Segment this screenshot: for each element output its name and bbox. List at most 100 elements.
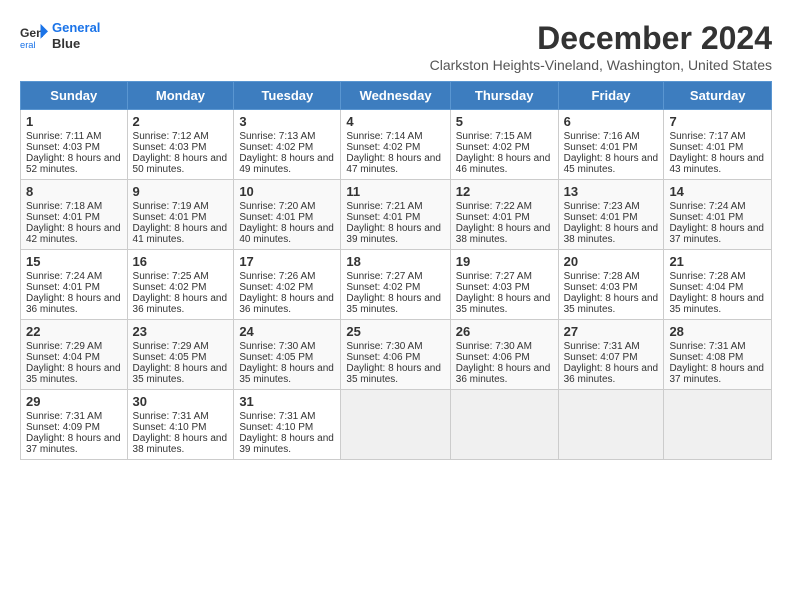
header-row: Sunday Monday Tuesday Wednesday Thursday… (21, 82, 772, 110)
table-row: 18 Sunrise: 7:27 AMSunset: 4:02 PMDayligh… (341, 250, 450, 320)
table-row: 13Sunrise: 7:23 AMSunset: 4:01 PMDayligh… (558, 180, 664, 250)
day-number: 5 (456, 114, 553, 129)
day-number: 3 (239, 114, 335, 129)
daylight: Daylight: 8 hours and 36 minutes. (133, 293, 228, 315)
sunset: Sunset: 4:07 PM (564, 352, 638, 363)
sunset: Sunset: 4:10 PM (133, 422, 207, 433)
sunrise: Sunrise: 7:24 AM (26, 271, 102, 282)
sunset: Sunset: 4:06 PM (346, 352, 420, 363)
day-number: 20 (564, 254, 659, 269)
col-thursday: Thursday (450, 82, 558, 110)
daylight: Daylight: 8 hours and 43 minutes. (669, 153, 764, 175)
table-row: 2Sunrise: 7:12 AMSunset: 4:03 PMDaylight… (127, 110, 234, 180)
sunrise: Sunrise: 7:23 AM (564, 201, 640, 212)
calendar-week-5: 29Sunrise: 7:31 AMSunset: 4:09 PMDayligh… (21, 390, 772, 460)
sunset: Sunset: 4:01 PM (564, 142, 638, 153)
day-number: 11 (346, 184, 444, 199)
title-block: December 2024 Clarkston Heights-Vineland… (430, 20, 772, 73)
daylight: Daylight: 8 hours and 52 minutes. (26, 153, 121, 175)
col-saturday: Saturday (664, 82, 772, 110)
sunset: Sunset: 4:02 PM (456, 142, 530, 153)
daylight: Daylight: 8 hours and 38 minutes. (133, 433, 228, 455)
daylight: Daylight: 8 hours and 35 minutes. (346, 293, 441, 315)
table-row: 7Sunrise: 7:17 AMSunset: 4:01 PMDaylight… (664, 110, 772, 180)
col-sunday: Sunday (21, 82, 128, 110)
day-number: 14 (669, 184, 766, 199)
sunrise: Sunrise: 7:29 AM (133, 341, 209, 352)
daylight: Daylight: 8 hours and 35 minutes. (346, 363, 441, 385)
sunset: Sunset: 4:01 PM (133, 212, 207, 223)
day-number: 8 (26, 184, 122, 199)
sunset: Sunset: 4:02 PM (346, 282, 420, 293)
table-row: 30 Sunrise: 7:31 AMSunset: 4:10 PMDayligh… (127, 390, 234, 460)
table-row: 19Sunrise: 7:27 AMSunset: 4:03 PMDayligh… (450, 250, 558, 320)
location-subtitle: Clarkston Heights-Vineland, Washington, … (430, 57, 772, 73)
day-number: 18 (346, 254, 444, 269)
day-number: 31 (239, 394, 335, 409)
sunrise: Sunrise: 7:31 AM (239, 411, 315, 422)
sunset: Sunset: 4:04 PM (26, 352, 100, 363)
calendar-table: Sunday Monday Tuesday Wednesday Thursday… (20, 81, 772, 460)
table-row: 24Sunrise: 7:30 AMSunset: 4:05 PMDayligh… (234, 320, 341, 390)
daylight: Daylight: 8 hours and 45 minutes. (564, 153, 659, 175)
sunrise: Sunrise: 7:19 AM (133, 201, 209, 212)
sunrise: Sunrise: 7:30 AM (456, 341, 532, 352)
table-row: 14Sunrise: 7:24 AMSunset: 4:01 PMDayligh… (664, 180, 772, 250)
sunrise: Sunrise: 7:27 AM (346, 271, 422, 282)
table-row: 20Sunrise: 7:28 AMSunset: 4:03 PMDayligh… (558, 250, 664, 320)
sunrise: Sunrise: 7:26 AM (239, 271, 315, 282)
sunrise: Sunrise: 7:22 AM (456, 201, 532, 212)
day-number: 26 (456, 324, 553, 339)
day-number: 25 (346, 324, 444, 339)
month-title: December 2024 (430, 20, 772, 57)
sunset: Sunset: 4:03 PM (133, 142, 207, 153)
table-row: 22Sunrise: 7:29 AMSunset: 4:04 PMDayligh… (21, 320, 128, 390)
logo-icon: Gen eral (20, 22, 48, 50)
daylight: Daylight: 8 hours and 36 minutes. (239, 293, 334, 315)
calendar-week-2: 8Sunrise: 7:18 AMSunset: 4:01 PMDaylight… (21, 180, 772, 250)
day-number: 16 (133, 254, 229, 269)
table-row: 3Sunrise: 7:13 AMSunset: 4:02 PMDaylight… (234, 110, 341, 180)
sunset: Sunset: 4:01 PM (456, 212, 530, 223)
day-number: 7 (669, 114, 766, 129)
table-row: 21Sunrise: 7:28 AMSunset: 4:04 PMDayligh… (664, 250, 772, 320)
table-row: 11 Sunrise: 7:21 AMSunset: 4:01 PMDayligh… (341, 180, 450, 250)
sunset: Sunset: 4:01 PM (346, 212, 420, 223)
sunrise: Sunrise: 7:31 AM (133, 411, 209, 422)
day-number: 19 (456, 254, 553, 269)
table-row: 31Sunrise: 7:31 AMSunset: 4:10 PMDayligh… (234, 390, 341, 460)
calendar-week-1: 1Sunrise: 7:11 AMSunset: 4:03 PMDaylight… (21, 110, 772, 180)
table-row (664, 390, 772, 460)
daylight: Daylight: 8 hours and 37 minutes. (669, 223, 764, 245)
day-number: 30 (133, 394, 229, 409)
sunset: Sunset: 4:04 PM (669, 282, 743, 293)
day-number: 22 (26, 324, 122, 339)
sunset: Sunset: 4:03 PM (26, 142, 100, 153)
day-number: 23 (133, 324, 229, 339)
table-row: 25Sunrise: 7:30 AMSunset: 4:06 PMDayligh… (341, 320, 450, 390)
table-row: 5Sunrise: 7:15 AMSunset: 4:02 PMDaylight… (450, 110, 558, 180)
svg-text:Gen: Gen (20, 26, 44, 40)
sunset: Sunset: 4:01 PM (669, 212, 743, 223)
sunrise: Sunrise: 7:20 AM (239, 201, 315, 212)
sunrise: Sunrise: 7:29 AM (26, 341, 102, 352)
day-number: 15 (26, 254, 122, 269)
sunset: Sunset: 4:01 PM (564, 212, 638, 223)
sunrise: Sunrise: 7:30 AM (239, 341, 315, 352)
calendar-header: Sunday Monday Tuesday Wednesday Thursday… (21, 82, 772, 110)
sunset: Sunset: 4:02 PM (133, 282, 207, 293)
daylight: Daylight: 8 hours and 35 minutes. (669, 293, 764, 315)
day-number: 28 (669, 324, 766, 339)
sunset: Sunset: 4:02 PM (239, 282, 313, 293)
daylight: Daylight: 8 hours and 36 minutes. (456, 363, 551, 385)
sunrise: Sunrise: 7:16 AM (564, 131, 640, 142)
day-number: 29 (26, 394, 122, 409)
daylight: Daylight: 8 hours and 39 minutes. (346, 223, 441, 245)
daylight: Daylight: 8 hours and 50 minutes. (133, 153, 228, 175)
table-row: 12Sunrise: 7:22 AMSunset: 4:01 PMDayligh… (450, 180, 558, 250)
daylight: Daylight: 8 hours and 37 minutes. (669, 363, 764, 385)
daylight: Daylight: 8 hours and 35 minutes. (133, 363, 228, 385)
daylight: Daylight: 8 hours and 36 minutes. (26, 293, 121, 315)
sunrise: Sunrise: 7:21 AM (346, 201, 422, 212)
sunrise: Sunrise: 7:14 AM (346, 131, 422, 142)
